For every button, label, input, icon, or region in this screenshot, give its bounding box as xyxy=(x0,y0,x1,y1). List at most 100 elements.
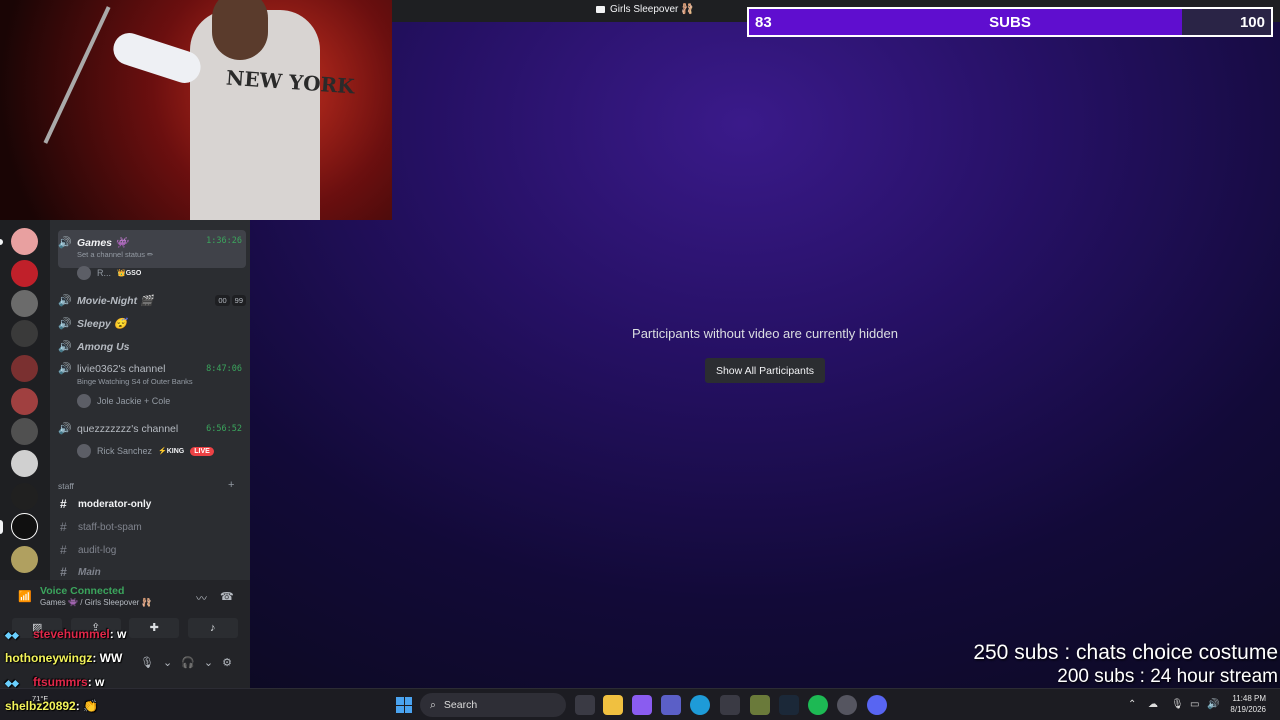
goal-line: 250 subs : chats choice costume xyxy=(973,641,1278,664)
teams-icon[interactable] xyxy=(661,695,681,715)
hash-icon: # xyxy=(60,543,67,557)
screen-icon xyxy=(596,6,605,13)
member-name: Rick Sanchez xyxy=(97,446,153,456)
sub-goal-label: SUBS xyxy=(989,14,1031,31)
server-icon[interactable] xyxy=(11,483,38,510)
channel-name: Sleepy 😴 xyxy=(77,318,127,330)
speaker-icon: 🔊 xyxy=(58,318,72,330)
channel-name: staff-bot-spam xyxy=(78,521,142,533)
search-label: Search xyxy=(443,699,478,711)
server-unread-pill xyxy=(0,239,3,245)
live-badge: LIVE xyxy=(190,446,214,456)
signal-icon: 📶 xyxy=(18,591,32,603)
server-icon[interactable] xyxy=(11,513,38,540)
channel-name: Among Us xyxy=(77,340,130,353)
voice-location[interactable]: Games 👾 / Girls Sleepover 🩰 xyxy=(40,598,152,607)
member-tag: ⚡KING xyxy=(158,448,185,455)
mic-tray-icon[interactable]: 🎙 xyxy=(1171,699,1184,710)
chevron-down-icon[interactable]: ⌄ xyxy=(163,656,172,669)
server-icon[interactable] xyxy=(11,320,38,347)
store-icon[interactable] xyxy=(720,695,740,715)
cloud-icon[interactable]: ☁ xyxy=(1148,699,1158,710)
chat-text: : w xyxy=(109,627,127,641)
voice-member[interactable]: R... 👑GSO xyxy=(77,266,141,280)
voice-channel-sleepy[interactable]: 🔊 Sleepy 😴 xyxy=(58,317,246,330)
member-name: Jole Jackie + Cole xyxy=(97,396,171,406)
voice-member[interactable]: Rick Sanchez ⚡KING LIVE xyxy=(77,444,214,458)
chat-username: shelbz20892 xyxy=(5,699,76,713)
app-icon[interactable] xyxy=(750,695,770,715)
server-icon[interactable] xyxy=(11,355,38,382)
voice-channel-movie-night[interactable]: 🔊 Movie-Night 🎬 00 99 xyxy=(58,294,246,307)
soundboard-icon[interactable]: ♪ xyxy=(187,618,238,638)
category-staff[interactable]: staff xyxy=(58,481,74,491)
hash-icon: # xyxy=(60,520,67,534)
obs-icon[interactable] xyxy=(837,695,857,715)
channel-status[interactable]: Set a channel status ✏ xyxy=(77,250,153,259)
chevron-down-icon[interactable]: ⌄ xyxy=(204,656,213,669)
text-channel-main[interactable]: # Main xyxy=(60,565,101,579)
server-icon[interactable] xyxy=(11,260,38,287)
speaker-icon: 🔊 xyxy=(58,423,72,435)
chevron-up-icon[interactable]: ⌃ xyxy=(1128,699,1136,710)
hash-icon: # xyxy=(60,565,67,579)
volume-icon[interactable]: 🔊 xyxy=(1207,699,1219,710)
goal-line: 200 subs : 24 hour stream xyxy=(1057,666,1278,687)
server-icon[interactable] xyxy=(11,546,38,573)
voice-channel-games[interactable]: 🔊 Games 👾 1:36:26 xyxy=(58,230,246,268)
chat-text: : w xyxy=(87,675,105,689)
noise-suppression-icon[interactable]: 〰 xyxy=(196,590,207,606)
headphones-icon[interactable]: 🎧 xyxy=(181,656,195,669)
search-icon: ⌕ xyxy=(430,698,436,711)
edge-icon[interactable] xyxy=(690,695,710,715)
avatar xyxy=(77,444,91,458)
windows-start-icon[interactable] xyxy=(396,697,412,713)
webcam-feed: NEW YORK xyxy=(0,0,392,220)
show-all-participants-button[interactable]: Show All Participants xyxy=(705,358,825,383)
chat-text: : 👏 xyxy=(75,699,98,713)
spotify-icon[interactable] xyxy=(808,695,828,715)
text-channel-audit-log[interactable]: # audit-log xyxy=(60,543,116,557)
window-title-text: Girls Sleepover 🩰 xyxy=(610,4,694,15)
server-icon[interactable] xyxy=(11,290,38,317)
task-view-icon[interactable] xyxy=(575,695,595,715)
chat-message: ◆◆ ftsummrs: w xyxy=(5,675,104,689)
channel-name: moderator-only xyxy=(78,498,152,510)
server-icon[interactable] xyxy=(11,418,38,445)
voice-channel-among-us[interactable]: 🔊 Among Us xyxy=(58,340,246,354)
gear-icon[interactable]: ⚙ xyxy=(222,656,232,669)
file-explorer-icon[interactable] xyxy=(603,695,623,715)
taskbar-clock[interactable]: 11:48 PM 8/19/2026 xyxy=(1222,693,1266,715)
speaker-icon: 🔊 xyxy=(58,341,72,353)
chat-message: hothoneywingz: WW xyxy=(5,651,122,665)
voice-channel-livie[interactable]: 🔊 livie0362's channel 8:47:06 xyxy=(58,362,246,376)
chat-badges-icon: ◆◆ xyxy=(5,630,19,640)
text-channel-staff-bot-spam[interactable]: # staff-bot-spam xyxy=(60,520,142,534)
user-controls: 🎙 ⌄ 🎧 ⌄ ⚙ xyxy=(140,656,232,669)
user-count: 00 xyxy=(215,295,230,306)
streamer-head xyxy=(212,0,268,60)
display-icon[interactable]: ▭ xyxy=(1190,699,1199,710)
taskbar-search[interactable]: ⌕ Search xyxy=(420,693,566,717)
copilot-icon[interactable] xyxy=(632,695,652,715)
microphone-icon[interactable]: 🎙 xyxy=(140,656,154,669)
add-channel-icon[interactable]: + xyxy=(228,479,234,491)
steam-icon[interactable] xyxy=(779,695,799,715)
chat-text: : WW xyxy=(92,651,123,665)
hidden-participants-message: Participants without video are currently… xyxy=(632,326,898,341)
activities-icon[interactable]: ✚ xyxy=(129,618,180,638)
voice-channel-quezz[interactable]: 🔊 quezzzzzzz's channel 6:56:52 xyxy=(58,422,246,436)
text-channel-moderator-only[interactable]: # moderator-only xyxy=(60,497,151,511)
channel-timer: 6:56:52 xyxy=(206,423,242,434)
voice-status: Voice Connected xyxy=(40,585,125,597)
channel-list: 🔊 Games 👾 1:36:26 Set a channel status ✏… xyxy=(50,220,250,580)
channel-name: Games 👾 xyxy=(77,237,129,249)
channel-name: quezzzzzzz's channel xyxy=(77,422,179,435)
server-icon[interactable] xyxy=(11,388,38,415)
server-icon[interactable] xyxy=(11,228,38,255)
server-icon[interactable] xyxy=(11,450,38,477)
avatar xyxy=(77,266,91,280)
discord-icon[interactable] xyxy=(867,695,887,715)
voice-member[interactable]: Jole Jackie + Cole xyxy=(77,394,170,408)
disconnect-icon[interactable]: ☎ xyxy=(220,590,234,603)
